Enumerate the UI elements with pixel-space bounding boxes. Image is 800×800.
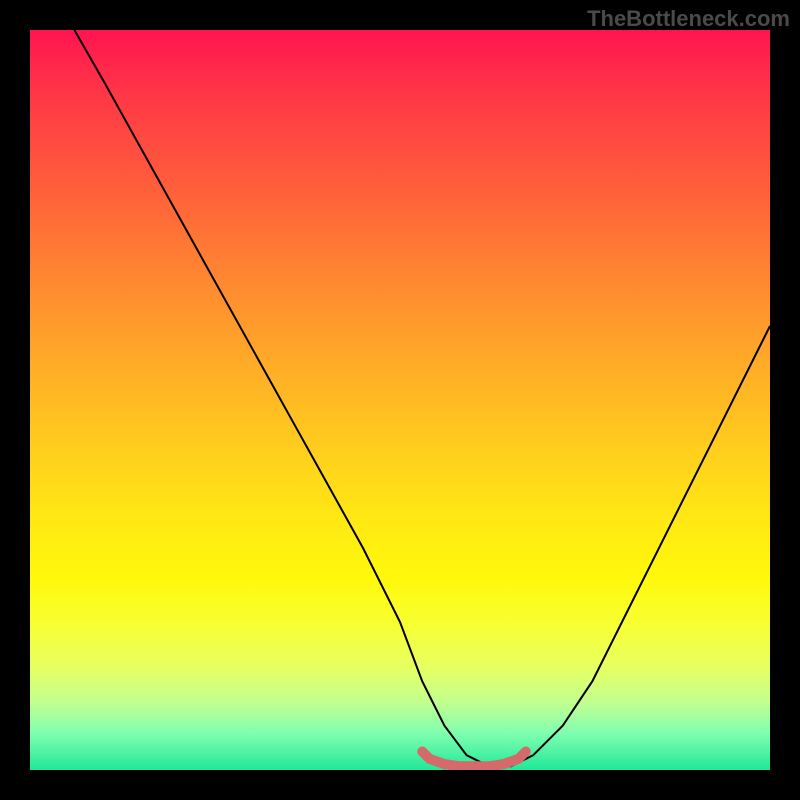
bottleneck-curve-line: [74, 30, 770, 766]
chart-svg: [30, 30, 770, 770]
watermark-text: TheBottleneck.com: [587, 6, 790, 32]
chart-plot-area: [30, 30, 770, 770]
